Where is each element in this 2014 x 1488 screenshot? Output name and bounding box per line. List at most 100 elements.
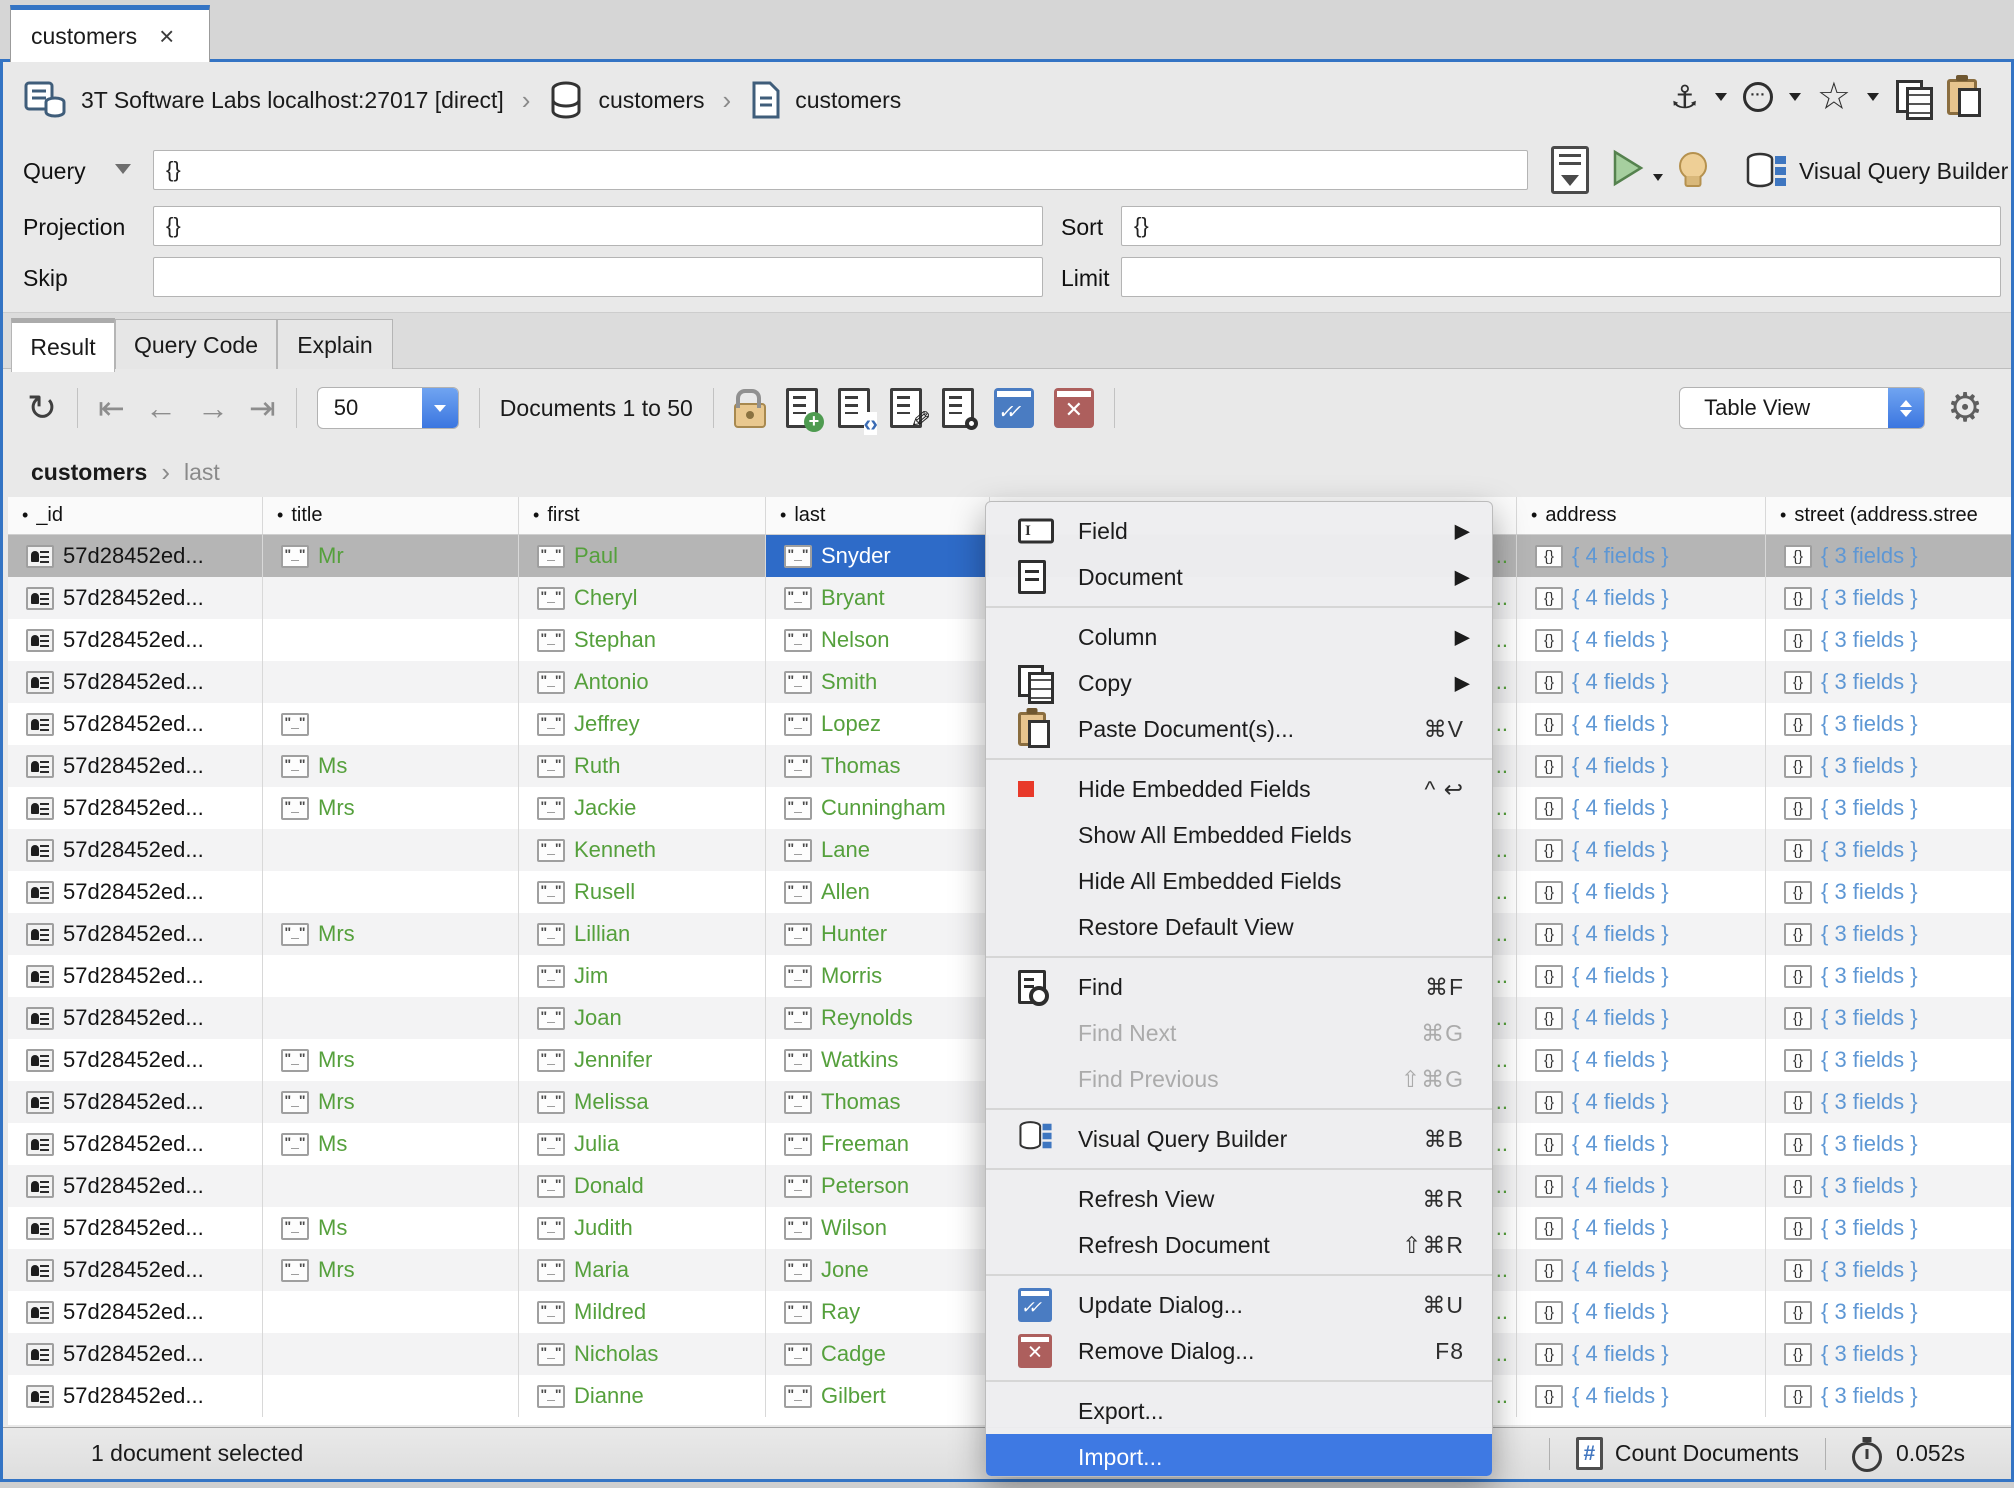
remove-documents-button[interactable] xyxy=(1053,388,1094,428)
menu-item-hide-all-embedded-fields[interactable]: Hide All Embedded Fields xyxy=(986,858,1492,904)
string-type-icon xyxy=(537,1258,565,1282)
sort-input[interactable] xyxy=(1121,206,2001,246)
page-size-caret-icon[interactable] xyxy=(421,388,458,428)
history-button[interactable] xyxy=(1742,82,1773,112)
menu-item-document[interactable]: Document xyxy=(986,554,1492,600)
document-code-button[interactable] xyxy=(837,388,877,435)
menu-item-column[interactable]: Column xyxy=(986,614,1492,660)
objectid-type-icon xyxy=(26,796,54,820)
menu-item-refresh-document[interactable]: Refresh Document ⇧⌘R xyxy=(986,1222,1492,1268)
object-type-icon xyxy=(1535,964,1563,988)
copy-button[interactable] xyxy=(1895,79,1933,120)
menu-item-find[interactable]: Find ⌘F xyxy=(986,964,1492,1010)
selected-cell[interactable]: Snyder xyxy=(766,535,990,577)
count-documents-button[interactable]: Count Documents xyxy=(1575,1437,1799,1470)
paste-button[interactable] xyxy=(1947,79,1981,117)
query-input[interactable] xyxy=(153,150,1528,190)
menu-item-visual-query-builder[interactable]: Visual Query Builder ⌘B xyxy=(986,1116,1492,1162)
object-type-icon xyxy=(1784,712,1812,736)
next-page-button[interactable]: → xyxy=(197,392,229,424)
history-dropdown-caret-icon[interactable] xyxy=(1788,93,1801,101)
database-icon xyxy=(551,81,581,119)
menu-item-show-all-embedded-fields[interactable]: Show All Embedded Fields xyxy=(986,812,1492,858)
menu-item-find-previous[interactable]: Find Previous ⇧⌘G xyxy=(986,1056,1492,1102)
find-document-button[interactable] xyxy=(941,388,978,430)
column-header-street[interactable]: • street (address.stree xyxy=(1766,497,2011,534)
visual-query-builder-button[interactable]: Visual Query Builder xyxy=(1745,152,2008,190)
view-mode-stepper-icon[interactable] xyxy=(1888,388,1925,428)
refresh-button[interactable]: ↻ xyxy=(27,390,57,426)
connection-label[interactable]: 3T Software Labs localhost:27017 [direct… xyxy=(81,87,504,114)
object-type-icon xyxy=(1535,1174,1563,1198)
collection-label[interactable]: customers xyxy=(795,87,901,114)
menu-item-paste-documents[interactable]: Paste Document(s)... ⌘V xyxy=(986,706,1492,752)
visual-query-builder-icon xyxy=(1746,152,1786,188)
menu-separator xyxy=(986,758,1492,760)
path-field[interactable]: last xyxy=(184,459,220,486)
visual-query-builder-label: Visual Query Builder xyxy=(1799,157,2009,184)
update-documents-button[interactable] xyxy=(993,388,1034,428)
object-type-icon xyxy=(1784,1342,1812,1366)
menu-item-refresh-view[interactable]: Refresh View ⌘R xyxy=(986,1176,1492,1222)
prev-page-button[interactable]: ← xyxy=(145,392,177,424)
first-page-button[interactable]: ⇤ xyxy=(98,392,125,424)
skip-input[interactable] xyxy=(153,257,1043,297)
query-time: 0.052s xyxy=(1851,1436,2007,1472)
view-mode-select[interactable]: Table View xyxy=(1679,387,1926,429)
string-type-icon xyxy=(537,754,565,778)
projection-input[interactable] xyxy=(153,206,1043,246)
add-icon xyxy=(803,412,824,432)
menu-item-field[interactable]: Field xyxy=(986,508,1492,554)
string-type-icon xyxy=(281,544,309,568)
selection-status-label: 1 document selected xyxy=(91,1440,304,1466)
add-document-button[interactable] xyxy=(785,388,824,432)
tab-result[interactable]: Result xyxy=(11,318,115,372)
menu-separator xyxy=(986,606,1492,608)
tab-query-code[interactable]: Query Code xyxy=(115,319,277,371)
result-tab-bar: Result Query Code Explain xyxy=(3,312,2011,372)
menu-item-hide-embedded-fields[interactable]: Hide Embedded Fields ^ ↩ xyxy=(986,766,1492,812)
column-header-last[interactable]: • last xyxy=(766,497,990,534)
string-type-icon xyxy=(281,712,309,736)
query-mode-caret-icon[interactable] xyxy=(115,164,131,174)
column-header-title[interactable]: • title xyxy=(263,497,519,534)
object-type-icon xyxy=(1535,544,1563,568)
string-type-icon xyxy=(784,880,812,904)
menu-item-export[interactable]: Export... xyxy=(986,1388,1492,1434)
favorites-star-button[interactable]: ☆ xyxy=(1817,78,1851,116)
column-header-address[interactable]: • address xyxy=(1517,497,1766,534)
tab-customers[interactable]: customers xyxy=(10,5,210,62)
toolbar-separator xyxy=(77,388,79,428)
edit-document-button[interactable] xyxy=(889,388,922,428)
path-collection[interactable]: customers xyxy=(31,459,147,486)
tab-explain[interactable]: Explain xyxy=(277,319,393,371)
menu-item-copy[interactable]: Copy xyxy=(986,660,1492,706)
column-header-id[interactable]: • _id xyxy=(8,497,263,534)
string-type-icon xyxy=(281,1090,309,1114)
menu-item-find-next[interactable]: Find Next ⌘G xyxy=(986,1010,1492,1056)
menu-item-remove-dialog[interactable]: Remove Dialog...F8 xyxy=(986,1328,1492,1374)
settings-gear-button[interactable]: ⚙ xyxy=(1947,388,1983,428)
menu-item-import[interactable]: Import... xyxy=(986,1434,1492,1476)
last-page-button[interactable]: ⇥ xyxy=(249,392,276,424)
object-type-icon xyxy=(1784,1006,1812,1030)
string-type-icon xyxy=(537,880,565,904)
page-size-select[interactable]: 50 xyxy=(316,387,459,429)
string-type-icon xyxy=(537,1090,565,1114)
anchor-dropdown-caret-icon[interactable] xyxy=(1714,93,1727,101)
run-options-caret-icon[interactable] xyxy=(1653,174,1663,181)
anchor-bookmark-button[interactable]: ⚓ xyxy=(1670,81,1699,113)
column-header-first[interactable]: • first xyxy=(519,497,766,534)
menu-item-restore-default-view[interactable]: Restore Default View xyxy=(986,904,1492,950)
tab-close-icon[interactable] xyxy=(159,23,174,49)
favorites-dropdown-caret-icon[interactable] xyxy=(1867,93,1879,101)
lock-toggle-button[interactable] xyxy=(733,388,766,428)
run-query-button[interactable] xyxy=(1611,148,1645,188)
string-type-icon xyxy=(784,670,812,694)
hint-bulb-icon[interactable] xyxy=(1679,152,1707,180)
open-query-editor-button[interactable] xyxy=(1551,146,1589,194)
string-type-icon xyxy=(281,1132,309,1156)
menu-item-update-dialog[interactable]: Update Dialog...⌘U xyxy=(986,1282,1492,1328)
database-label[interactable]: customers xyxy=(598,87,704,114)
limit-input[interactable] xyxy=(1121,257,2001,297)
